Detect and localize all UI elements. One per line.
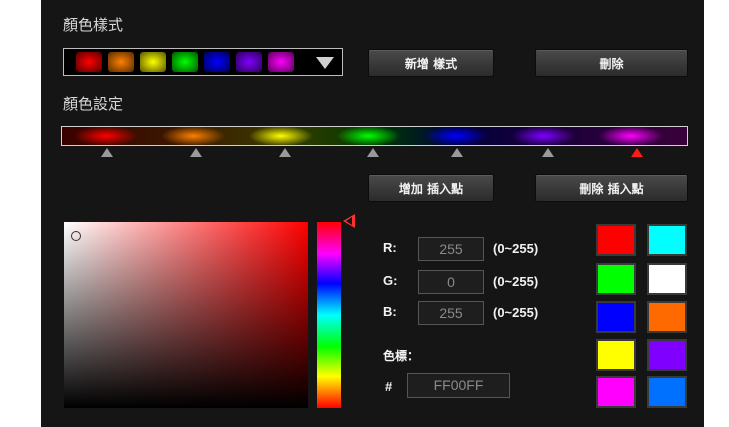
gradient-stop-handle[interactable] xyxy=(542,148,554,157)
delete-style-button[interactable]: 刪除 xyxy=(535,49,688,77)
gradient-stop-handle[interactable] xyxy=(190,148,202,157)
b-input[interactable]: 255 xyxy=(418,301,484,325)
g-input[interactable]: 0 xyxy=(418,270,484,294)
color-setting-title: 顏色設定 xyxy=(63,95,124,113)
style-swatch xyxy=(236,52,262,72)
hex-hash-label: # xyxy=(385,379,393,394)
preset-color-swatch[interactable] xyxy=(647,263,687,295)
g-range-text: (0~255) xyxy=(493,274,539,289)
gradient-stop-handle[interactable] xyxy=(279,148,291,157)
gradient-stop-handle[interactable] xyxy=(367,148,379,157)
hue-slider-handle[interactable] xyxy=(343,214,355,228)
color-settings-panel: 顏色樣式 新增 樣式 刪除 顏色設定 增加 插入點 刪除 插入點 R: 255 … xyxy=(41,0,704,427)
r-label: R: xyxy=(383,240,397,255)
gradient-stop-handle[interactable] xyxy=(101,148,113,157)
hue-slider[interactable] xyxy=(317,222,341,408)
gradient-stop-handle-active[interactable] xyxy=(631,148,643,157)
preset-color-swatch[interactable] xyxy=(647,339,687,371)
preset-color-swatch[interactable] xyxy=(596,339,636,371)
add-style-button[interactable]: 新增 樣式 xyxy=(368,49,494,77)
add-insert-point-button[interactable]: 增加 插入點 xyxy=(368,174,494,202)
saturation-value-picker[interactable] xyxy=(64,222,308,408)
preset-color-swatch[interactable] xyxy=(647,224,687,256)
r-range-text: (0~255) xyxy=(493,241,539,256)
preset-color-swatch[interactable] xyxy=(596,376,636,408)
color-style-dropdown[interactable] xyxy=(63,48,343,76)
g-label: G: xyxy=(383,273,398,288)
style-swatch xyxy=(204,52,230,72)
chevron-down-icon[interactable] xyxy=(316,57,334,69)
style-swatch xyxy=(140,52,166,72)
hex-section-label: 色標： xyxy=(383,349,420,363)
color-style-title: 顏色樣式 xyxy=(63,16,124,34)
style-swatch xyxy=(268,52,294,72)
gradient-preview-bar[interactable] xyxy=(61,126,688,146)
hex-input[interactable]: FF00FF xyxy=(407,373,510,398)
style-swatch xyxy=(76,52,102,72)
picker-cursor[interactable] xyxy=(71,231,81,241)
preset-color-swatch[interactable] xyxy=(647,376,687,408)
style-swatch xyxy=(108,52,134,72)
delete-insert-point-button[interactable]: 刪除 插入點 xyxy=(535,174,688,202)
preset-color-swatch[interactable] xyxy=(596,263,636,295)
b-label: B: xyxy=(383,304,397,319)
preset-color-swatch[interactable] xyxy=(647,301,687,333)
style-swatch xyxy=(172,52,198,72)
preset-color-swatch[interactable] xyxy=(596,301,636,333)
gradient-stop-handle[interactable] xyxy=(451,148,463,157)
preset-color-swatch[interactable] xyxy=(596,224,636,256)
b-range-text: (0~255) xyxy=(493,305,539,320)
r-input[interactable]: 255 xyxy=(418,237,484,261)
